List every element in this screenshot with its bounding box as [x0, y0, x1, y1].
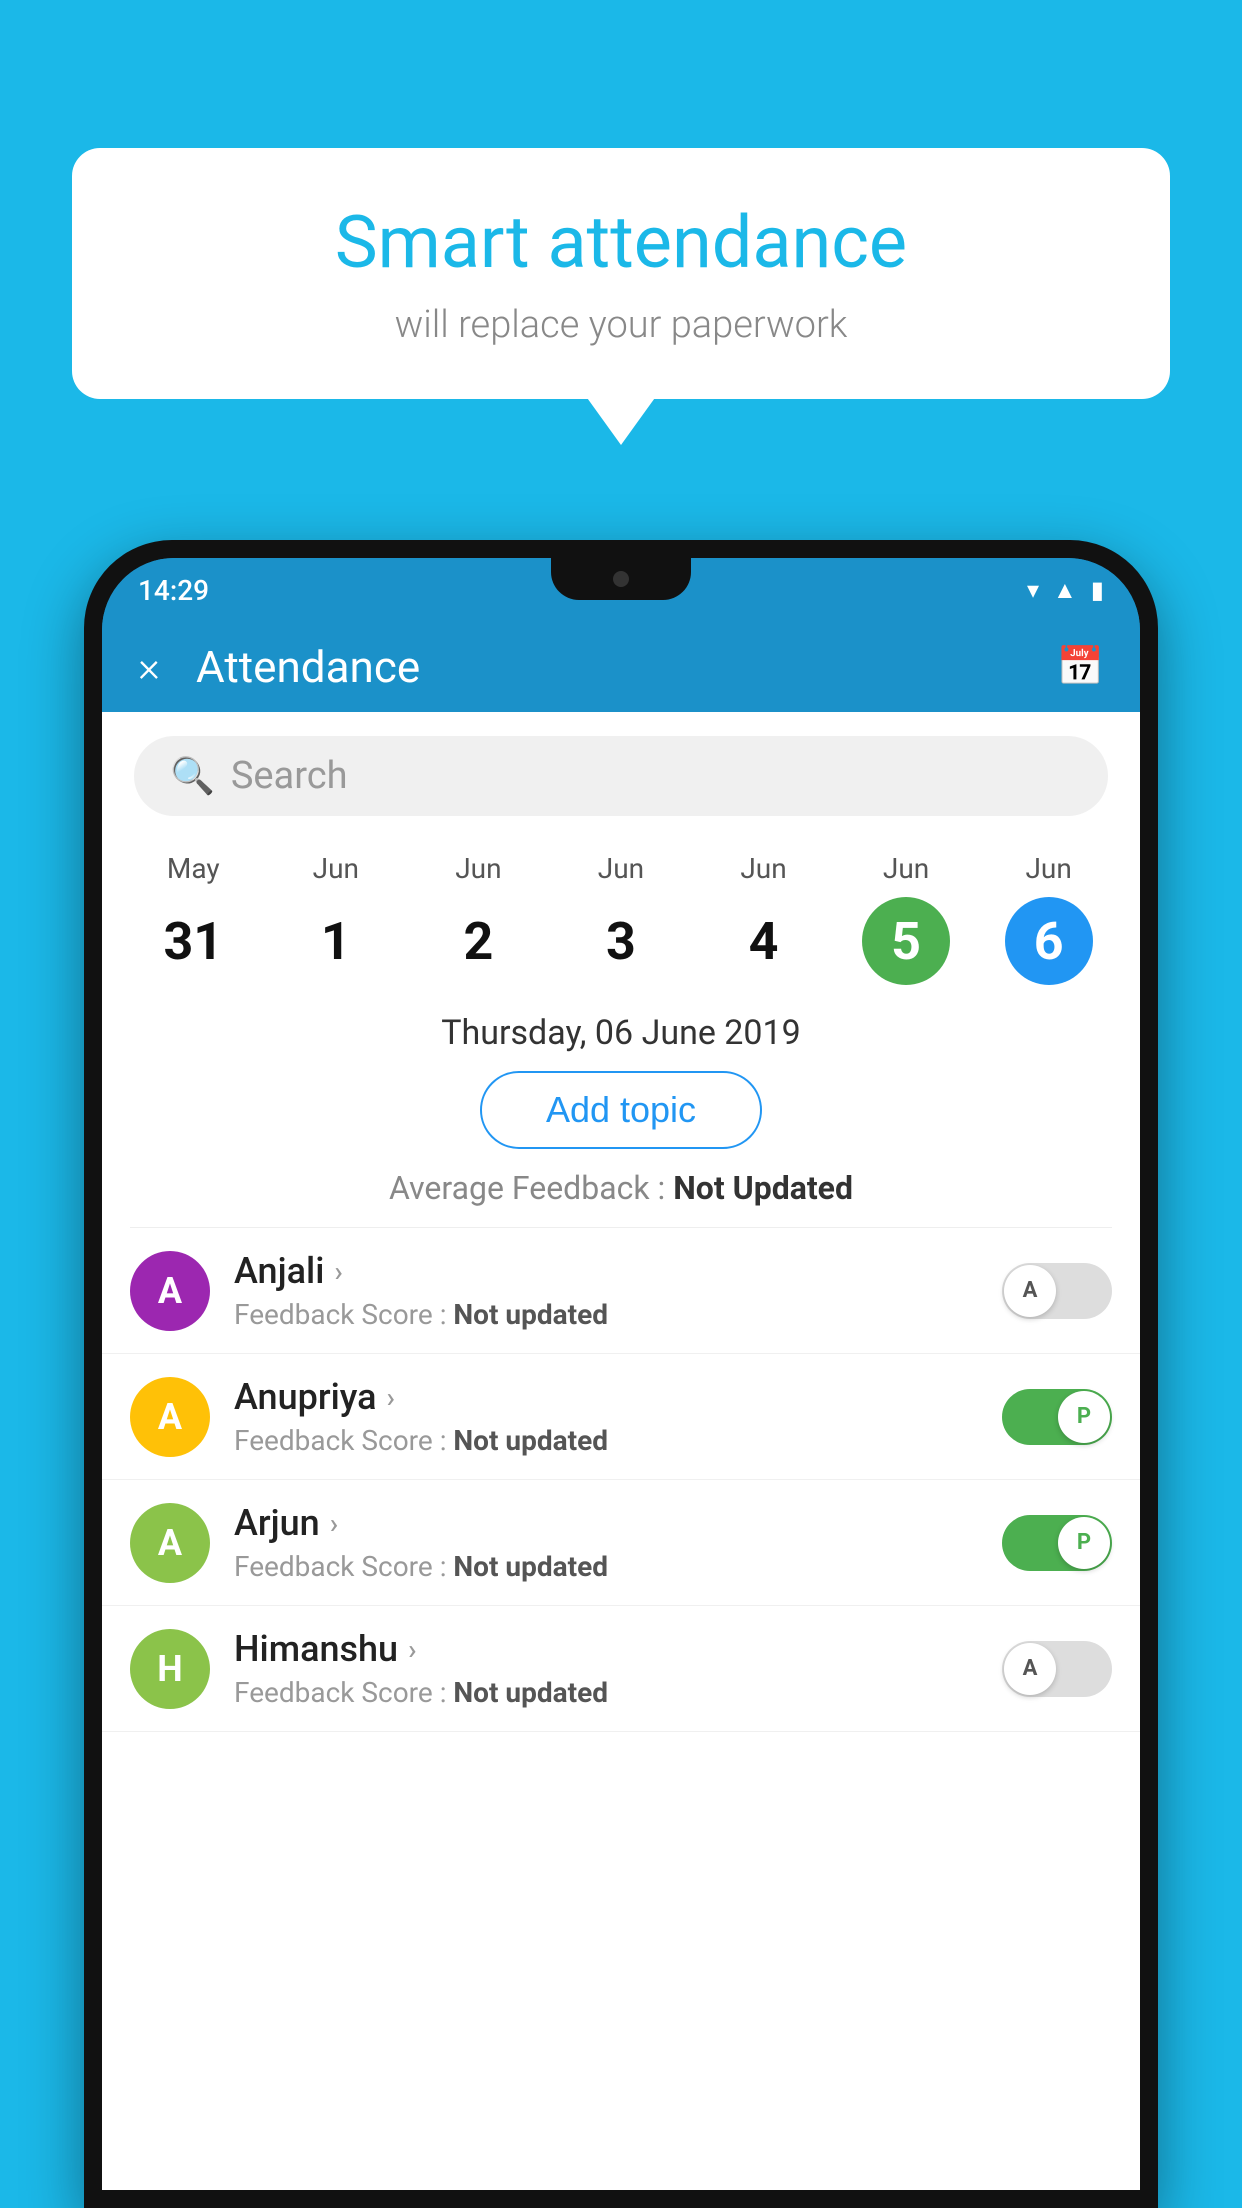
- feedback-prefix: Feedback Score :: [234, 1676, 453, 1709]
- feedback-value: Not updated: [453, 1676, 608, 1709]
- student-name: Himanshu ›: [234, 1628, 978, 1670]
- student-info: Anupriya › Feedback Score : Not updated: [234, 1376, 978, 1457]
- student-info: Anjali › Feedback Score : Not updated: [234, 1250, 978, 1331]
- cal-day-5[interactable]: Jun 5: [862, 852, 950, 985]
- cal-day-1[interactable]: Jun 1: [292, 852, 380, 985]
- cal-month-label: Jun: [740, 852, 786, 885]
- student-name-text: Anjali: [234, 1250, 324, 1292]
- cal-date-label: 2: [434, 897, 522, 985]
- camera-dot: [613, 571, 629, 587]
- feedback-value: Not updated: [453, 1550, 608, 1583]
- attendance-toggle[interactable]: P: [1002, 1515, 1112, 1571]
- search-icon: 🔍: [170, 755, 215, 797]
- cal-day-6[interactable]: Jun 6: [1005, 852, 1093, 985]
- speech-bubble: Smart attendance will replace your paper…: [72, 148, 1170, 399]
- calendar-row: May 31 Jun 1 Jun 2 Jun 3 Jun 4 Jun 5 Jun 6: [102, 840, 1140, 985]
- feedback-prefix: Feedback Score :: [234, 1424, 453, 1457]
- cal-day-0[interactable]: May 31: [149, 852, 237, 985]
- add-topic-button[interactable]: Add topic: [480, 1071, 762, 1149]
- phone-inner: 14:29 ▾ ▲ ▮ × Attendance 📅 🔍 Search: [102, 558, 1140, 2190]
- student-list: AAnjali ›Feedback Score : Not updatedAAA…: [102, 1228, 1140, 1732]
- signal-icon: ▲: [1053, 576, 1077, 605]
- cal-date-label: 31: [149, 897, 237, 985]
- toggle-container[interactable]: A: [1002, 1263, 1112, 1319]
- avatar: A: [130, 1251, 210, 1331]
- header-title: Attendance: [196, 641, 1057, 693]
- feedback-score: Feedback Score : Not updated: [234, 1298, 978, 1331]
- cal-date-label: 1: [292, 897, 380, 985]
- cal-date-label: 4: [720, 897, 808, 985]
- avatar: A: [130, 1377, 210, 1457]
- student-item[interactable]: H Himanshu › Feedback Score : Not updated A: [102, 1606, 1140, 1732]
- feedback-score: Feedback Score : Not updated: [234, 1424, 978, 1457]
- cal-date-label: 6: [1005, 897, 1093, 985]
- attendance-toggle[interactable]: A: [1002, 1263, 1112, 1319]
- cal-month-label: Jun: [313, 852, 359, 885]
- bubble-subtitle: will replace your paperwork: [132, 303, 1110, 347]
- cal-month-label: May: [167, 852, 220, 885]
- bubble-title: Smart attendance: [132, 200, 1110, 285]
- student-name: Anupriya ›: [234, 1376, 978, 1418]
- toggle-container[interactable]: P: [1002, 1389, 1112, 1445]
- close-button[interactable]: ×: [138, 643, 160, 692]
- speech-bubble-container: Smart attendance will replace your paper…: [72, 148, 1170, 399]
- notch: [551, 558, 691, 600]
- calendar-icon[interactable]: 📅: [1057, 645, 1104, 689]
- cal-month-label: Jun: [455, 852, 501, 885]
- battery-icon: ▮: [1091, 576, 1104, 604]
- search-placeholder: Search: [231, 754, 348, 798]
- toggle-knob: A: [1004, 1265, 1056, 1317]
- cal-month-label: Jun: [1025, 852, 1071, 885]
- feedback-value: Not updated: [453, 1424, 608, 1457]
- avatar: H: [130, 1629, 210, 1709]
- cal-day-2[interactable]: Jun 2: [434, 852, 522, 985]
- student-name-text: Arjun: [234, 1502, 320, 1544]
- student-item[interactable]: A Arjun › Feedback Score : Not updated P: [102, 1480, 1140, 1606]
- status-bar: 14:29 ▾ ▲ ▮: [102, 558, 1140, 622]
- student-info: Himanshu › Feedback Score : Not updated: [234, 1628, 978, 1709]
- cal-month-label: Jun: [883, 852, 929, 885]
- cal-month-label: Jun: [598, 852, 644, 885]
- wifi-icon: ▾: [1027, 576, 1039, 604]
- avg-feedback-label: Average Feedback :: [389, 1169, 673, 1207]
- toggle-container[interactable]: P: [1002, 1515, 1112, 1571]
- avg-feedback: Average Feedback : Not Updated: [102, 1169, 1140, 1207]
- student-name: Arjun ›: [234, 1502, 978, 1544]
- student-name-text: Anupriya: [234, 1376, 377, 1418]
- cal-date-label: 5: [862, 897, 950, 985]
- chevron-icon: ›: [334, 1255, 342, 1288]
- toggle-container[interactable]: A: [1002, 1641, 1112, 1697]
- search-bar[interactable]: 🔍 Search: [134, 736, 1108, 816]
- status-time: 14:29: [138, 574, 209, 607]
- avg-feedback-value: Not Updated: [673, 1169, 853, 1207]
- selected-date: Thursday, 06 June 2019: [102, 985, 1140, 1071]
- toggle-knob: P: [1058, 1517, 1110, 1569]
- cal-day-4[interactable]: Jun 4: [720, 852, 808, 985]
- toggle-knob: A: [1004, 1643, 1056, 1695]
- feedback-score: Feedback Score : Not updated: [234, 1676, 978, 1709]
- attendance-toggle[interactable]: P: [1002, 1389, 1112, 1445]
- feedback-value: Not updated: [453, 1298, 608, 1331]
- student-name: Anjali ›: [234, 1250, 978, 1292]
- avatar: A: [130, 1503, 210, 1583]
- student-name-text: Himanshu: [234, 1628, 398, 1670]
- status-icons: ▾ ▲ ▮: [1027, 576, 1104, 605]
- chevron-icon: ›: [387, 1381, 395, 1414]
- phone-frame: 14:29 ▾ ▲ ▮ × Attendance 📅 🔍 Search: [84, 540, 1158, 2208]
- student-info: Arjun › Feedback Score : Not updated: [234, 1502, 978, 1583]
- feedback-score: Feedback Score : Not updated: [234, 1550, 978, 1583]
- chevron-icon: ›: [408, 1633, 416, 1666]
- feedback-prefix: Feedback Score :: [234, 1550, 453, 1583]
- student-item[interactable]: A Anupriya › Feedback Score : Not updated P: [102, 1354, 1140, 1480]
- toggle-knob: P: [1058, 1391, 1110, 1443]
- app-content: 🔍 Search May 31 Jun 1 Jun 2 Jun 3 Jun 4 Jun 5 Jun 6 T…: [102, 712, 1140, 2190]
- app-header: × Attendance 📅: [102, 622, 1140, 712]
- cal-day-3[interactable]: Jun 3: [577, 852, 665, 985]
- cal-date-label: 3: [577, 897, 665, 985]
- attendance-toggle[interactable]: A: [1002, 1641, 1112, 1697]
- chevron-icon: ›: [330, 1507, 338, 1540]
- feedback-prefix: Feedback Score :: [234, 1298, 453, 1331]
- student-item[interactable]: A Anjali › Feedback Score : Not updated A: [102, 1228, 1140, 1354]
